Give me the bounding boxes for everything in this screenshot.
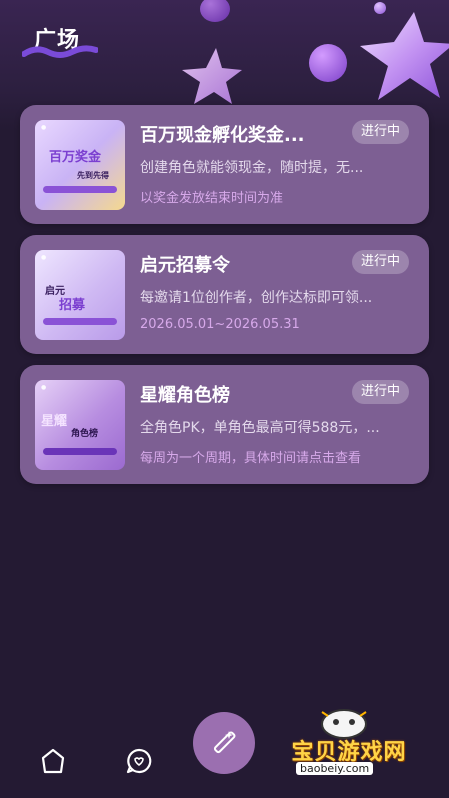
thumb-main-text: 星耀 xyxy=(41,414,68,429)
create-button[interactable] xyxy=(193,712,255,774)
thumb-logo: ● xyxy=(41,124,47,131)
card-title: 百万现金孵化奖金... xyxy=(140,125,305,146)
thumb-main-text: 招募 xyxy=(59,298,86,313)
thumb-logo: ● xyxy=(41,254,47,261)
card-title: 星耀角色榜 xyxy=(140,385,230,406)
activity-card[interactable]: ● 百万奖金 先到先得 百万现金孵化奖金... 进行中 创建角色就能领现金，随时… xyxy=(20,105,429,224)
status-badge: 进行中 xyxy=(351,380,409,404)
card-time-info: 2026.05.01~2026.05.31 xyxy=(140,317,300,332)
activity-card[interactable]: ● 启元 招募 启元招募令 进行中 每邀请1位创作者，创作达标即可领... 20… xyxy=(20,235,429,354)
magic-wand-icon xyxy=(213,731,236,754)
thumb-logo: ● xyxy=(41,384,47,391)
home-icon[interactable] xyxy=(38,746,68,776)
watermark: 宝贝游戏网 baobeiy.com xyxy=(274,706,424,794)
status-badge: 进行中 xyxy=(351,250,409,274)
star-icon xyxy=(360,12,449,100)
card-description: 全角色PK，单角色最高可得588元，... xyxy=(140,420,380,436)
decor-orb xyxy=(309,44,347,82)
thumb-bar xyxy=(43,318,117,325)
thumb-main-text: 百万奖金 xyxy=(49,150,102,165)
card-thumbnail: ● 星耀 角色榜 xyxy=(35,380,125,470)
thumb-sub-text: 角色榜 xyxy=(71,429,99,439)
card-thumbnail: ● 启元 招募 xyxy=(35,250,125,340)
card-title: 启元招募令 xyxy=(140,255,230,276)
card-time-info: 每周为一个周期，具体时间请点击查看 xyxy=(140,451,362,466)
thumb-sub-text: 先到先得 xyxy=(77,171,109,180)
activity-card[interactable]: ● 星耀 角色榜 星耀角色榜 进行中 全角色PK，单角色最高可得588元，...… xyxy=(20,365,429,484)
chat-icon[interactable] xyxy=(124,746,154,776)
card-description: 创建角色就能领现金，随时提，无... xyxy=(140,160,364,176)
thumb-bar xyxy=(43,448,117,455)
card-description: 每邀请1位创作者，创作达标即可领... xyxy=(140,290,373,306)
status-badge: 进行中 xyxy=(351,120,409,144)
decor-orb xyxy=(200,0,230,22)
card-thumbnail: ● 百万奖金 先到先得 xyxy=(35,120,125,210)
thumb-bar xyxy=(43,186,117,193)
watermark-url: baobeiy.com xyxy=(296,762,374,775)
star-icon xyxy=(182,48,242,104)
title-underline xyxy=(22,45,98,58)
card-time-info: 以奖金发放结束时间为准 xyxy=(140,191,284,206)
